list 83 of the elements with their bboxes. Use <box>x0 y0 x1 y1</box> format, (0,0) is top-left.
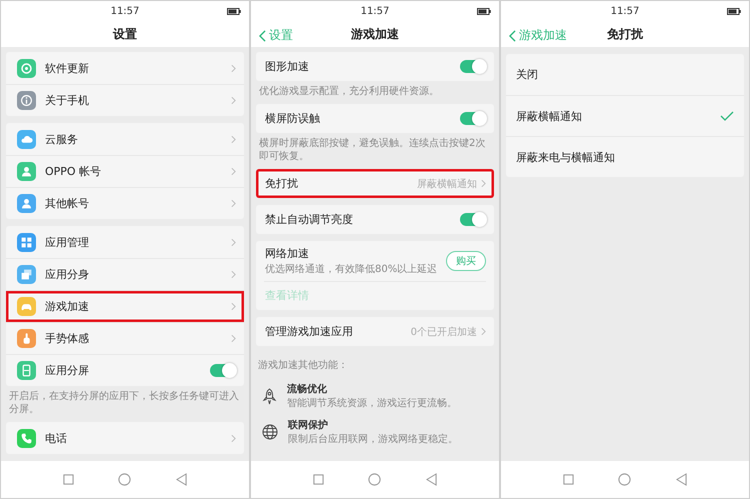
feature-description: 智能调节系统资源，游戏运行更流畅。 <box>287 396 457 410</box>
settings-item[interactable]: 软件更新 <box>6 52 244 84</box>
chevron-left-icon <box>509 30 516 42</box>
toggle-switch[interactable] <box>460 112 486 125</box>
section-heading: 游戏加速其他功能： <box>258 359 349 372</box>
status-time: 11:57 <box>110 6 140 16</box>
globe-icon <box>262 424 278 440</box>
screen-title: 游戏加速 <box>351 26 399 42</box>
rocket-icon <box>262 388 277 404</box>
chevron-right-icon <box>481 179 486 188</box>
chevron-left-icon <box>259 30 266 42</box>
chevron-right-icon <box>231 64 236 72</box>
item-label: 电话 <box>45 430 68 446</box>
recents-button[interactable] <box>563 474 574 485</box>
chevron-right-icon <box>231 134 236 144</box>
home-button[interactable] <box>368 473 382 486</box>
chevron-right-icon <box>481 327 486 336</box>
battery-icon <box>727 8 741 15</box>
toggle-switch[interactable] <box>460 213 486 226</box>
item-label: 图形加速 <box>265 59 310 74</box>
option-label: 屏蔽横幅通知 <box>516 108 583 124</box>
item-label: 网络加速 <box>265 246 310 261</box>
option-item[interactable]: 屏蔽横幅通知 <box>506 95 744 136</box>
item-label: 横屏防误触 <box>265 111 321 126</box>
item-label: 管理游戏加速应用 <box>265 324 354 339</box>
back-nav-button[interactable] <box>426 473 437 486</box>
toggle-switch[interactable] <box>460 60 486 73</box>
item-value: 屏蔽横幅通知 <box>417 178 477 190</box>
settings-item[interactable]: 应用分屏 <box>6 354 244 386</box>
item-label: 应用分屏 <box>45 363 90 378</box>
settings-item[interactable]: OPPO 帐号 <box>6 155 244 187</box>
item-label: 游戏加速 <box>45 299 90 314</box>
hint-text: 横屏时屏蔽底部按键，避免误触。连续点击按键2次即可恢复。 <box>259 137 486 163</box>
item-label: 软件更新 <box>45 60 90 76</box>
chevron-right-icon <box>231 167 236 176</box>
chevron-right-icon <box>231 238 236 246</box>
settings-item[interactable]: 手势体感 <box>6 322 244 354</box>
item-label: 手势体感 <box>45 331 90 346</box>
chevron-right-icon <box>231 434 236 442</box>
hint-text: 开启后，在支持分屏的应用下，长按多任务键可进入分屏。 <box>9 390 240 416</box>
screen-title: 免打扰 <box>607 26 643 42</box>
back-nav-button[interactable] <box>676 473 687 486</box>
settings-item[interactable]: 应用分身 <box>6 258 244 290</box>
option-label: 关闭 <box>516 67 539 82</box>
chevron-right-icon <box>231 334 236 343</box>
item-label: OPPO 帐号 <box>45 164 102 179</box>
chevron-right-icon <box>231 96 236 105</box>
chevron-right-icon <box>231 302 236 311</box>
home-button[interactable] <box>618 473 632 486</box>
feature-title: 联网保护 <box>288 418 329 432</box>
feature-description: 限制后台应用联网，游戏网络更稳定。 <box>288 432 458 446</box>
item-label: 云服务 <box>45 132 79 146</box>
item-value: 0个已开启加速 <box>410 326 477 338</box>
feature-title: 流畅优化 <box>287 382 328 396</box>
item-subtitle: 优选网络通道，有效降低80%以上延迟 <box>265 262 438 276</box>
battery-icon <box>227 8 241 15</box>
toggle-switch[interactable] <box>210 364 236 377</box>
recents-button[interactable] <box>313 474 324 485</box>
back-nav-button[interactable] <box>176 473 187 486</box>
item-label: 禁止自动调节亮度 <box>265 212 354 227</box>
settings-item[interactable]: 应用管理 <box>6 226 244 258</box>
settings-item[interactable]: 关于手机 <box>6 84 244 116</box>
option-item[interactable]: 关闭 <box>506 54 744 95</box>
recents-button[interactable] <box>63 474 74 485</box>
item-label: 应用管理 <box>45 234 90 250</box>
status-time: 11:57 <box>360 6 390 16</box>
home-button[interactable] <box>118 473 132 486</box>
item-label: 应用分身 <box>45 267 90 282</box>
option-label: 屏蔽来电与横幅通知 <box>516 150 616 164</box>
settings-item[interactable]: 电话 <box>6 422 244 454</box>
item-label: 其他帐号 <box>45 196 90 211</box>
item-label: 关于手机 <box>45 93 90 108</box>
settings-item[interactable]: 其他帐号 <box>6 187 244 219</box>
chevron-right-icon <box>231 270 236 279</box>
settings-item[interactable]: 游戏加速 <box>6 290 244 322</box>
battery-icon <box>477 8 491 15</box>
screen-title: 设置 <box>113 26 137 42</box>
option-item[interactable]: 屏蔽来电与横幅通知 <box>506 136 744 177</box>
item-label: 免打扰 <box>265 176 299 191</box>
settings-item[interactable]: 云服务 <box>6 123 244 155</box>
chevron-right-icon <box>231 199 236 208</box>
hint-text: 优化游戏显示配置，充分利用硬件资源。 <box>259 85 440 98</box>
status-time: 11:57 <box>610 6 640 16</box>
